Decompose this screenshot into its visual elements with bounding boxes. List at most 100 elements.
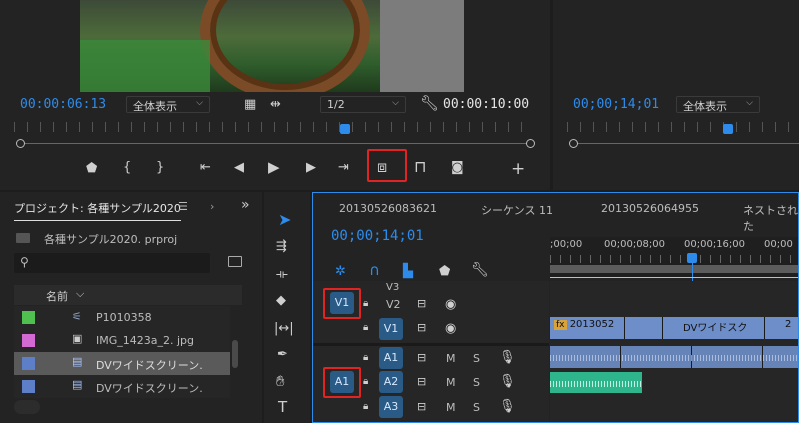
project-scrollbar[interactable] <box>232 340 238 368</box>
sync-lock-icon[interactable]: ⊟ <box>417 401 426 412</box>
video-clip[interactable] <box>625 317 663 339</box>
resolution-select[interactable]: 1/2 ⌵ <box>320 96 406 113</box>
film-icon[interactable]: ▦ <box>244 98 256 111</box>
sync-lock-icon[interactable]: ⊟ <box>417 352 426 363</box>
eye-icon[interactable]: ◉ <box>445 322 456 335</box>
program-timecode[interactable]: 00;00;14;01 <box>573 97 659 112</box>
lock-icon[interactable]: 🔒︎ <box>363 299 368 309</box>
timeline-tab[interactable]: ネストされた <box>743 202 798 234</box>
audio-waveform <box>550 355 798 361</box>
lock-icon[interactable]: 🔒︎ <box>363 377 368 387</box>
camera-icon[interactable]: ◙ <box>451 161 464 174</box>
list-item[interactable]: ▣ IMG_1423a_2. jpg <box>14 329 230 352</box>
track-target-a3[interactable]: A3 <box>379 396 403 418</box>
track-target-v1[interactable]: V1 <box>379 318 403 340</box>
source-zoom-bar[interactable] <box>20 143 530 144</box>
microphone-icon[interactable]: 🎙︎ <box>499 375 516 388</box>
solo-button[interactable]: S <box>473 376 480 389</box>
video-clip[interactable]: 2 <box>765 317 798 339</box>
hand-tool-icon[interactable]: ✋︎ <box>276 374 285 389</box>
sync-lock-icon[interactable]: ⊟ <box>417 322 426 333</box>
zoom-handle-left[interactable] <box>569 139 578 148</box>
list-item[interactable]: ⚟ P1010358 <box>14 306 230 329</box>
program-zoom-bar[interactable] <box>573 143 799 144</box>
search-input[interactable]: ⚲ <box>14 253 210 273</box>
column-header[interactable]: 名前 ⌵ <box>14 285 242 305</box>
trim-icon[interactable]: ⇹ <box>270 98 281 111</box>
out-point-icon[interactable]: } <box>156 161 164 174</box>
video-clip[interactable]: DVワイドスク <box>663 317 765 339</box>
panel-overflow-icon[interactable]: » <box>241 197 250 213</box>
razor-tool-icon[interactable]: ◆ <box>276 294 286 307</box>
timeline-panel: 20130526083621 シーケンス 11 20130526064955 ネ… <box>312 192 799 423</box>
track-target-a2[interactable]: A2 <box>379 371 403 393</box>
step-forward-icon[interactable]: ▶︎ <box>306 161 316 174</box>
play-icon[interactable]: ▶︎ <box>268 160 280 175</box>
program-playhead[interactable] <box>723 124 733 134</box>
sync-lock-icon[interactable]: ⊟ <box>417 376 426 387</box>
project-tab[interactable]: プロジェクト: 各種サンプル2020 <box>14 200 181 221</box>
microphone-icon[interactable]: 🎙︎ <box>499 351 516 364</box>
panel-menu-icon[interactable]: ☰ <box>178 200 188 213</box>
ripple-edit-tool-icon[interactable]: ⟛ <box>276 268 288 281</box>
track-name: V2 <box>386 298 401 311</box>
chevron-down-icon: ⌵ <box>392 98 399 108</box>
timeline-timecode[interactable]: 00;00;14;01 <box>331 228 424 244</box>
marker-icon[interactable]: ⬟ <box>86 162 97 175</box>
lock-icon[interactable]: 🔒︎ <box>363 353 368 363</box>
mute-button[interactable]: M <box>446 401 456 414</box>
tab-next-icon[interactable]: › <box>210 200 214 213</box>
timeline-tab[interactable]: 20130526083621 <box>339 202 437 215</box>
type-tool-icon[interactable]: T <box>278 400 287 415</box>
label-color-swatch[interactable] <box>22 334 35 347</box>
zoom-select[interactable]: 全体表示 ⌵ <box>126 96 210 113</box>
nest-icon[interactable]: ▙ <box>403 265 413 278</box>
snap-icon[interactable]: ✲ <box>335 265 346 278</box>
label-color-swatch[interactable] <box>22 311 35 324</box>
new-bin-icon[interactable] <box>228 256 242 267</box>
video-clip[interactable]: fx 2013052 <box>550 317 625 339</box>
mute-button[interactable]: M <box>446 376 456 389</box>
timeline-tab[interactable]: 20130526064955 <box>601 202 699 215</box>
add-marker-icon[interactable]: ⬟ <box>439 265 450 278</box>
pen-tool-icon[interactable]: ✒ <box>277 348 288 361</box>
sync-lock-icon[interactable]: ⊟ <box>417 298 426 309</box>
add-icon[interactable]: + <box>511 161 525 178</box>
selection-tool-icon[interactable]: ➤ <box>278 212 291 228</box>
list-item[interactable]: ▤ DVワイドスクリーン. mp4 <box>14 375 230 398</box>
label-color-swatch[interactable] <box>22 357 35 370</box>
mute-button[interactable]: M <box>446 352 456 365</box>
in-point-icon[interactable]: { <box>123 161 131 174</box>
program-zoom-select[interactable]: 全体表示 ⌵ <box>676 96 760 113</box>
timeline-tab[interactable]: シーケンス 11 <box>481 202 553 218</box>
linked-selection-icon[interactable]: ∩ <box>369 263 380 278</box>
solo-button[interactable]: S <box>473 401 480 414</box>
slip-tool-icon[interactable]: |↔| <box>274 322 294 335</box>
go-to-out-icon[interactable]: ⇥ <box>338 161 349 174</box>
source-playhead[interactable] <box>340 124 350 134</box>
track-select-tool-icon[interactable]: ⇶ <box>276 240 287 253</box>
lock-icon[interactable]: 🔒︎ <box>363 323 368 333</box>
timeline-settings-icon[interactable]: 🔧︎ <box>471 263 489 277</box>
solo-button[interactable]: S <box>473 352 480 365</box>
source-ruler[interactable] <box>14 122 534 132</box>
microphone-icon[interactable]: 🎙︎ <box>499 400 516 413</box>
sort-chevron-icon[interactable]: ⌵ <box>76 287 84 301</box>
eye-icon[interactable]: ◉ <box>445 298 456 311</box>
timeline-ruler[interactable]: ;00;00 00;00;08;00 00;00;16;00 00;00 <box>550 237 798 277</box>
program-ruler[interactable] <box>567 122 799 132</box>
work-area-bar[interactable] <box>550 265 798 273</box>
go-to-in-icon[interactable]: ⇤ <box>200 161 211 174</box>
track-target-a1[interactable]: A1 <box>379 347 403 369</box>
wrench-icon[interactable]: 🔧︎ <box>420 96 439 111</box>
zoom-handle-right[interactable] <box>526 139 535 148</box>
source-timecode[interactable]: 00:00:06:13 <box>20 97 106 112</box>
timeline-playhead-handle[interactable] <box>687 253 697 263</box>
label-color-swatch[interactable] <box>22 380 35 393</box>
list-item[interactable]: ▤ DVワイドスクリーン. mp4 <box>14 352 230 386</box>
zoom-handle-left[interactable] <box>16 139 25 148</box>
step-back-icon[interactable]: ◀︎ <box>234 161 244 174</box>
lock-icon[interactable]: 🔒︎ <box>363 402 368 412</box>
source-patch-a1-highlight <box>323 367 361 398</box>
overwrite-icon[interactable]: ⊓ <box>414 159 426 175</box>
